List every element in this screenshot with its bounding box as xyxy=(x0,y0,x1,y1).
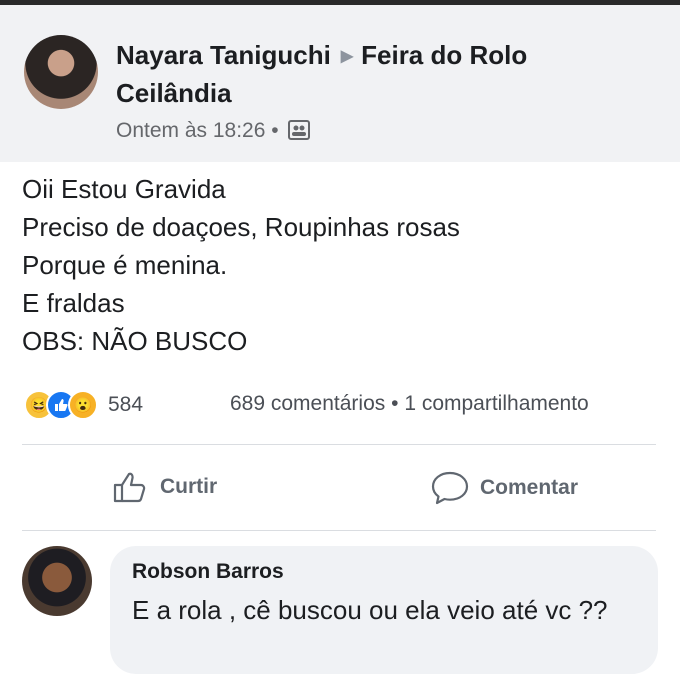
engagement-stats: 689 comentários • 1 compartilhamento xyxy=(230,392,589,416)
comment-bubble: Robson Barros E a rola , cê buscou ou el… xyxy=(110,546,658,674)
wow-icon: 😮 xyxy=(68,390,98,420)
post-header: Nayara Taniguchi ▶ Feira do Rolo Ceilândia … xyxy=(0,5,680,162)
shares-count[interactable]: 1 compartilhamento xyxy=(404,392,588,415)
divider xyxy=(22,444,656,445)
comment-icon xyxy=(431,471,469,505)
author-name[interactable]: Nayara Taniguchi xyxy=(116,40,331,70)
author-avatar[interactable] xyxy=(24,35,98,109)
post-timestamp[interactable]: Ontem às 18:26 xyxy=(116,119,265,142)
post-meta: Ontem às 18:26 • xyxy=(116,117,311,148)
comments-count[interactable]: 689 comentários xyxy=(230,392,385,415)
like-button[interactable]: Curtir xyxy=(112,470,217,504)
stats-separator: • xyxy=(391,392,399,415)
caret-right-icon: ▶ xyxy=(340,48,354,65)
post-line: E fraldas xyxy=(22,288,125,318)
comment-button[interactable]: Comentar xyxy=(430,470,578,506)
post-line: Porque é menina. xyxy=(22,250,228,280)
meta-separator: • xyxy=(271,119,285,142)
post-line: Preciso de doaçoes, Roupinhas rosas xyxy=(22,212,460,242)
comment-text: E a rola , cê buscou ou ela veio até vc … xyxy=(132,595,608,625)
divider xyxy=(22,530,656,531)
like-label: Curtir xyxy=(160,475,218,498)
thumbs-up-icon xyxy=(113,472,146,503)
reaction-count: 584 xyxy=(108,393,144,416)
reactions-summary[interactable]: 😆 😮 584 xyxy=(24,390,143,420)
post-body: Oii Estou Gravida Preciso de doaçoes, Ro… xyxy=(22,170,460,360)
commenter-name[interactable]: Robson Barros xyxy=(132,560,284,584)
commenter-avatar[interactable] xyxy=(22,546,92,616)
post-title: Nayara Taniguchi ▶ Feira do Rolo Ceilândia xyxy=(116,37,656,111)
comment-label: Comentar xyxy=(480,476,579,499)
group-audience-icon xyxy=(288,120,311,148)
post-line: Oii Estou Gravida xyxy=(22,174,226,204)
post-line: OBS: NÃO BUSCO xyxy=(22,326,248,356)
